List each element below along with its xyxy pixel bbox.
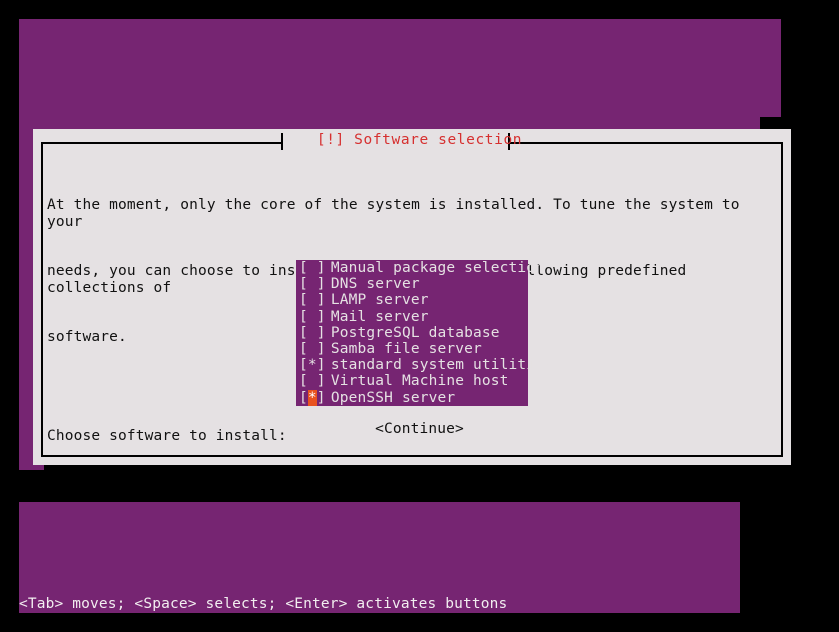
screen-edge-black-top-right: [781, 19, 800, 117]
continue-button[interactable]: <Continue>: [0, 421, 839, 438]
checkbox-bracket-close: ]: [316, 373, 326, 390]
checkbox-checked-mark[interactable]: *: [308, 357, 317, 373]
checkbox-bracket-open: [: [299, 292, 308, 309]
checkbox-empty-mark[interactable]: [308, 325, 317, 341]
checkbox-bracket-close: ]: [316, 260, 326, 276]
software-list-item-label: PostgreSQL database: [330, 324, 500, 341]
software-list-item-label: OpenSSH server: [330, 389, 456, 406]
checkbox-bracket-open: [: [299, 276, 308, 293]
software-list-item[interactable]: [ ] Samba file server: [296, 341, 528, 357]
checkbox-bracket-open: [: [299, 324, 308, 341]
checkbox-bracket-close: ]: [316, 324, 326, 341]
software-list-item-label: LAMP server: [330, 292, 429, 309]
software-list-item-label: Samba file server: [330, 340, 482, 357]
software-list-item[interactable]: [ ] DNS server: [296, 276, 528, 292]
software-list-item-label: DNS server: [330, 276, 420, 293]
checkbox-bracket-close: ]: [316, 357, 326, 374]
software-list-item-label: Virtual Machine host: [330, 373, 509, 390]
software-list-item[interactable]: [*] standard system utilities: [296, 357, 553, 374]
checkbox-bracket-open: [: [299, 308, 308, 325]
checkbox-bracket-close: ]: [316, 276, 326, 293]
dialog-title: [!] Software selection: [316, 132, 523, 148]
keyboard-help-status-bar: <Tab> moves; <Space> selects; <Enter> ac…: [19, 596, 508, 612]
software-list-item-label: Mail server: [330, 308, 429, 325]
software-list-item[interactable]: [ ] Mail server: [296, 309, 528, 325]
checkbox-bracket-open: [: [299, 260, 308, 276]
checkbox-bracket-close: ]: [316, 308, 326, 325]
software-list-item[interactable]: [*] OpenSSH server: [296, 389, 528, 406]
checkbox-bracket-open: [: [299, 389, 308, 406]
checkbox-empty-mark[interactable]: [308, 341, 317, 357]
software-list-item-label: standard system utilities: [330, 357, 553, 374]
software-list-item[interactable]: [ ] Virtual Machine host: [296, 373, 528, 389]
software-list-item[interactable]: [ ] LAMP server: [296, 292, 528, 308]
checkbox-bracket-close: ]: [316, 340, 326, 357]
checkbox-bracket-open: [: [299, 373, 308, 390]
checkbox-bracket-open: [: [299, 357, 308, 374]
software-list-item[interactable]: [ ] Manual package selection: [296, 260, 544, 276]
checkbox-empty-mark[interactable]: [308, 309, 317, 325]
checkbox-empty-mark[interactable]: [308, 292, 317, 308]
software-list-item[interactable]: [ ] PostgreSQL database: [296, 325, 528, 341]
checkbox-bracket-close: ]: [316, 389, 326, 406]
installer-screen: [!] Software selection At the moment, on…: [0, 0, 839, 632]
checkbox-checked-mark[interactable]: *: [307, 389, 317, 406]
software-list-item-label: Manual package selection: [330, 260, 545, 276]
body-paragraph-line-1: At the moment, only the core of the syst…: [47, 197, 749, 230]
checkbox-empty-mark[interactable]: [308, 373, 317, 389]
checkbox-bracket-close: ]: [316, 292, 326, 309]
software-selection-listbox[interactable]: [ ] Manual package selection[ ] DNS server…: [296, 260, 553, 406]
checkbox-bracket-open: [: [299, 340, 308, 357]
checkbox-empty-mark[interactable]: [308, 276, 317, 292]
checkbox-empty-mark[interactable]: [308, 260, 317, 276]
